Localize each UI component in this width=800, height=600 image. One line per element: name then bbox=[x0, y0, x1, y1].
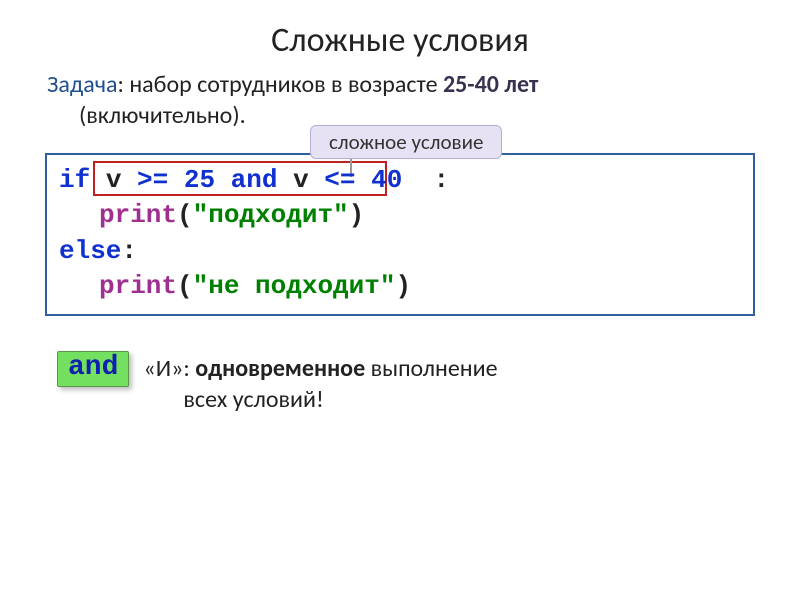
kw-and: and bbox=[231, 165, 278, 195]
code-line-else: else: bbox=[59, 234, 741, 269]
kw-if: if bbox=[59, 165, 90, 195]
task-label: Задача bbox=[47, 70, 118, 99]
cond-var: v bbox=[90, 165, 137, 195]
and-rest-1: выполнение bbox=[365, 354, 497, 383]
cond-var-2: v bbox=[277, 165, 324, 195]
task-age-range: 25-40 лет bbox=[443, 70, 538, 99]
code-line-if: if v >= 25 and v <= 40 : bbox=[59, 163, 741, 198]
and-badge: and bbox=[57, 351, 129, 387]
fn-print-2: print bbox=[99, 271, 177, 301]
task-text-1: : набор сотрудников в возрасте bbox=[118, 70, 443, 99]
num-25: 25 bbox=[168, 165, 230, 195]
and-text: «И»: одновременное выполнение всех услов… bbox=[143, 351, 497, 415]
callout-compound-condition: сложное условие bbox=[310, 125, 502, 159]
str-not-fits: "не подходит" bbox=[193, 271, 396, 301]
and-quote: «И»: bbox=[143, 354, 195, 383]
op-lte: <= bbox=[324, 165, 355, 195]
and-bold: одновременное bbox=[195, 354, 365, 383]
num-40: 40 bbox=[356, 165, 418, 195]
fn-print-1: print bbox=[99, 200, 177, 230]
task-text-2: (включительно). bbox=[47, 101, 246, 130]
code-line-print-1: print("подходит") bbox=[59, 198, 741, 233]
code-example: if v >= 25 and v <= 40 : print("подходит… bbox=[45, 153, 755, 315]
str-fits: "подходит" bbox=[193, 200, 349, 230]
colon-2: : bbox=[121, 236, 137, 266]
kw-else: else bbox=[59, 236, 121, 266]
slide: Сложные условия Задача: набор сотруднико… bbox=[0, 0, 800, 600]
colon-1: : bbox=[418, 165, 449, 195]
op-gte: >= bbox=[137, 165, 168, 195]
slide-title: Сложные условия bbox=[45, 20, 755, 61]
and-rest-2: всех условий! bbox=[143, 385, 323, 414]
task-statement: Задача: набор сотрудников в возрасте 25-… bbox=[45, 69, 755, 131]
code-line-print-2: print("не подходит") bbox=[59, 269, 741, 304]
and-explanation: and «И»: одновременное выполнение всех у… bbox=[45, 351, 755, 415]
